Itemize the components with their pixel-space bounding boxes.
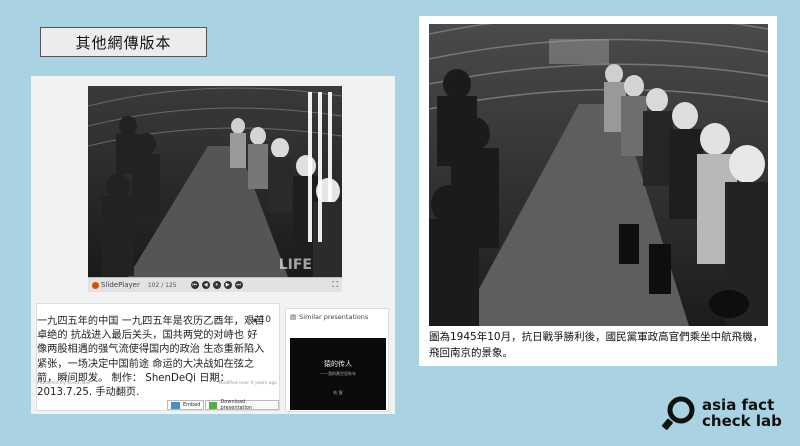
slide-watermark: LIFE	[278, 257, 312, 273]
modified-date: Modified over 9 years ago	[218, 381, 277, 386]
download-label: Download presentation	[220, 399, 253, 411]
thumb-title: 猿的传人	[324, 360, 352, 368]
list-icon: ▤	[290, 313, 297, 321]
original-photo	[429, 24, 768, 326]
original-photo-image	[429, 24, 768, 326]
thumb-subtitle: ——我的黄世思秋年	[320, 371, 356, 376]
first-slide-button[interactable]: ⏮	[190, 281, 199, 289]
similar-presentations-title: Similar presentations	[299, 313, 369, 321]
similar-presentation-thumbnail[interactable]: 猿的传人 ——我的黄世思秋年 轨 猩	[290, 338, 386, 410]
photo-caption: 圖為1945年10月，抗日戰爭勝利後，國民黨軍政高官們乘坐中航飛機，飛回南京的景…	[429, 331, 764, 359]
download-button[interactable]: Download presentation	[205, 399, 279, 411]
last-slide-button[interactable]: ⏭	[234, 281, 243, 289]
magnifier-logo-icon	[661, 396, 695, 430]
view-count: ◉ 10	[252, 315, 271, 325]
embed-icon	[171, 401, 180, 409]
eye-icon: ◉	[252, 317, 258, 324]
similar-presentations-card: ▤ Similar presentations 猿的传人 ——我的黄世思秋年 轨…	[285, 308, 389, 412]
pause-button[interactable]: ⏸	[212, 281, 221, 289]
slide-photo	[88, 86, 342, 277]
slide-control-bar: SlidePlayer 102 / 125 ⏮ ◀ ⏸ ▶ ⏭ ⛶	[88, 277, 342, 292]
prev-slide-button[interactable]: ◀	[201, 281, 210, 289]
slide-photo-frame: LIFE	[88, 86, 342, 277]
slideplayer-logo-icon	[92, 281, 99, 289]
embed-label: Embed	[183, 402, 201, 408]
embed-button[interactable]: Embed	[167, 400, 205, 410]
download-icon	[209, 401, 218, 409]
asia-fact-check-lab-logo: asia fact check lab	[661, 395, 782, 431]
presentation-description: 一九四五年的中国 一九四五年是农历乙酉年，艰苦卓绝的 抗战进入最后关头，国共两党…	[37, 316, 265, 399]
view-count-value: 10	[259, 315, 271, 325]
brand-line-2: check lab	[702, 412, 782, 430]
slide-controls: ⏮ ◀ ⏸ ▶ ⏭	[190, 281, 243, 289]
publish-meta: Published by Susan Bell Modified over 9 …	[37, 381, 277, 386]
brand-line-1: asia fact	[702, 396, 775, 414]
slideplayer-logo[interactable]: SlidePlayer	[92, 281, 140, 289]
slide-page-counter: 102 / 125	[147, 281, 177, 289]
next-slide-button[interactable]: ▶	[223, 281, 232, 289]
presentation-description-card: 一九四五年的中国 一九四五年是农历乙酉年，艰苦卓绝的 抗战进入最后关头，国共两党…	[36, 303, 280, 411]
brand-text: asia fact check lab	[702, 397, 782, 429]
section-label: 其他網傳版本	[40, 27, 207, 57]
published-by: Published by Susan Bell	[37, 381, 91, 386]
slideplayer-logo-text: SlidePlayer	[101, 281, 140, 289]
similar-presentations-header: ▤ Similar presentations	[286, 309, 388, 325]
expand-icon[interactable]: ⛶	[332, 280, 338, 290]
thumb-author: 轨 猩	[333, 390, 343, 395]
original-photo-card	[419, 16, 777, 366]
